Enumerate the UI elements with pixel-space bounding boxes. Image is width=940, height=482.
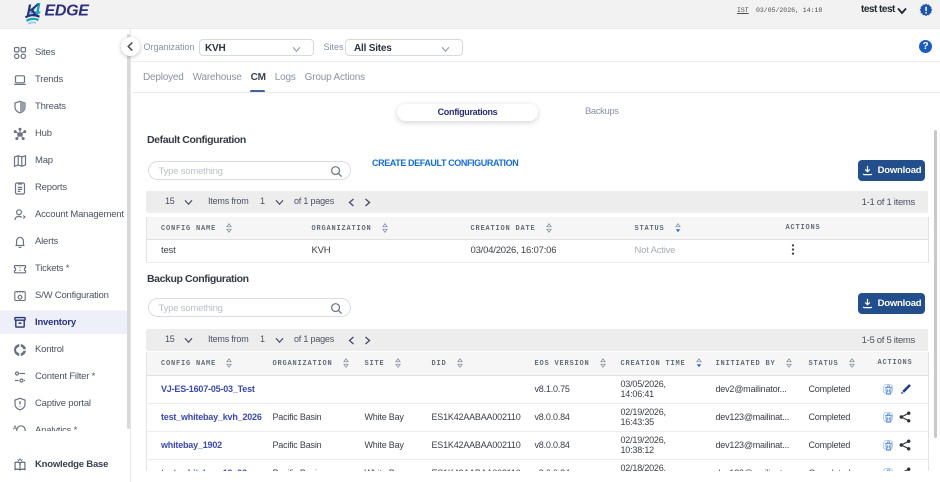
svg-text:EDGE: EDGE xyxy=(45,3,91,20)
svg-text:A: A xyxy=(13,425,17,431)
